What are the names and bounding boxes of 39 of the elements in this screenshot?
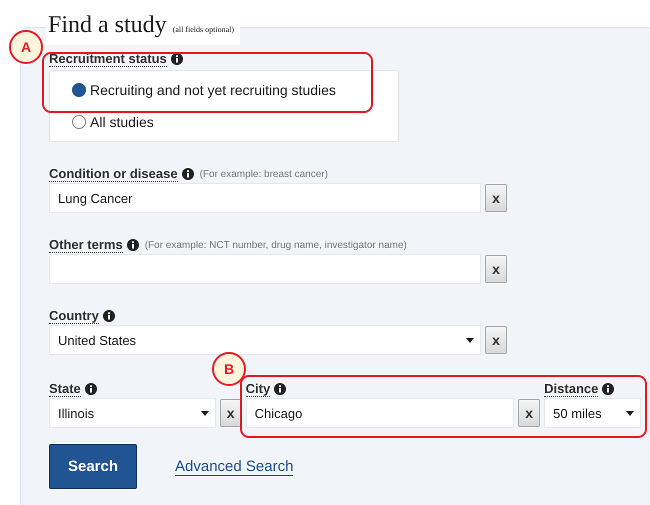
field-label: Distance <box>544 381 598 397</box>
caret-icon <box>200 410 209 416</box>
clear-button[interactable]: x <box>485 184 507 212</box>
field-hint: (For example: breast cancer) <box>200 168 328 180</box>
field-hint: (For example: NCT number, drug name, investigator name) <box>144 240 407 250</box>
radio-label: All studies <box>90 114 154 130</box>
annotation-badge: A <box>9 30 43 64</box>
text-field[interactable] <box>49 254 481 284</box>
caret-icon <box>626 410 634 416</box>
field-label: Other terms <box>49 237 123 253</box>
dropdown[interactable]: 50 miles <box>544 398 641 428</box>
dropdown[interactable]: Illinois <box>49 398 216 428</box>
clear-button[interactable]: x <box>485 255 507 283</box>
caret-icon <box>466 338 474 342</box>
country-dropdown[interactable]: United States <box>49 325 481 355</box>
radio-label: Recruiting and not yet recruiting studies <box>90 82 336 98</box>
advanced-search-link[interactable]: Advanced Search <box>175 458 294 476</box>
field-label: State <box>49 381 81 397</box>
clear-button[interactable]: x <box>485 326 507 354</box>
info-icon[interactable] <box>126 239 139 251</box>
search-button[interactable]: Search <box>49 444 137 489</box>
field-label: Condition or disease <box>49 166 178 182</box>
radio-button[interactable] <box>72 115 86 129</box>
form-subtitle: (all fields optional) <box>172 25 234 34</box>
info-icon[interactable] <box>182 168 194 180</box>
clear-button[interactable]: x <box>220 399 242 427</box>
info-icon[interactable] <box>84 383 97 395</box>
radio-button[interactable] <box>72 83 86 97</box>
text-field[interactable]: Chicago <box>246 398 514 428</box>
field-label: Recruitment status <box>49 51 167 67</box>
info-icon[interactable] <box>602 383 614 395</box>
info-icon[interactable] <box>274 383 286 395</box>
field-label: Country <box>49 308 99 324</box>
clear-button[interactable]: x <box>518 399 540 427</box>
field-label: City <box>246 381 270 397</box>
info-icon[interactable] <box>102 310 115 322</box>
form-title: Find a study <box>48 12 167 39</box>
text-field[interactable]: Lung Cancer <box>49 183 481 213</box>
info-icon[interactable] <box>170 53 183 65</box>
